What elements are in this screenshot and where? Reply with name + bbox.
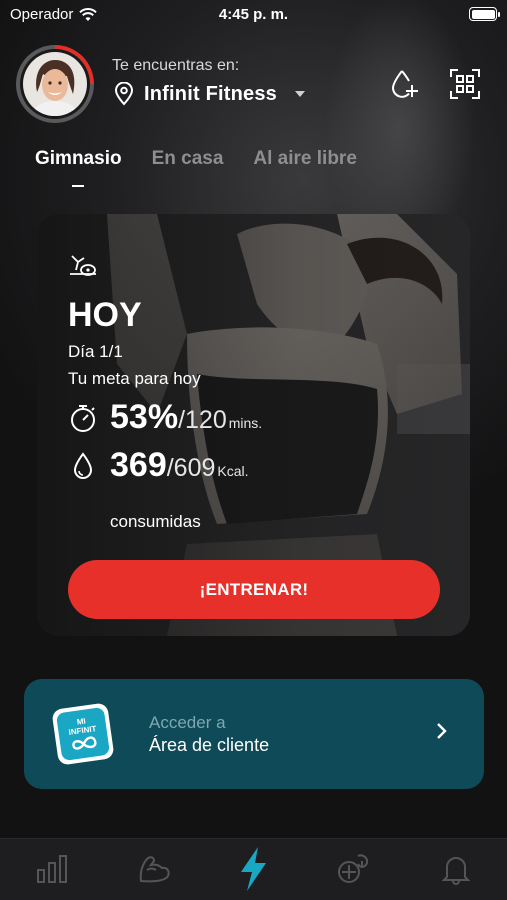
- location-label: Te encuentras en:: [112, 57, 240, 74]
- train-button[interactable]: ¡ENTRENAR!: [68, 560, 440, 619]
- tab-en-casa[interactable]: En casa: [152, 148, 224, 170]
- consumed-label: consumidas: [110, 512, 201, 531]
- gym-selector[interactable]: Infinit Fitness: [114, 82, 307, 106]
- avatar-image: [23, 52, 87, 116]
- stopwatch-icon: [71, 404, 95, 432]
- avatar[interactable]: [23, 52, 87, 116]
- client-area-line2: Área de cliente: [149, 734, 270, 755]
- tab-al-aire-libre[interactable]: Al aire libre: [253, 148, 357, 170]
- avatar-progress-ring[interactable]: [16, 45, 94, 123]
- client-area-banner[interactable]: MI INFINIT Acceder a Área de cliente: [24, 679, 484, 789]
- add-water-icon[interactable]: [387, 67, 421, 101]
- client-area-line1: Acceder a: [149, 712, 226, 732]
- nutrition-icon[interactable]: [334, 849, 374, 889]
- day-title: HOY: [68, 296, 142, 334]
- location-pin-icon: [114, 82, 134, 106]
- drop-icon: [73, 451, 93, 479]
- battery-icon: [469, 7, 500, 21]
- time-goal: /120: [178, 406, 227, 434]
- time-percent: 53%: [110, 398, 179, 436]
- calorie-stat: 369 /609 Kcal.: [68, 446, 249, 485]
- qr-scan-icon[interactable]: [448, 67, 482, 101]
- clock: 4:45 p. m.: [218, 6, 289, 23]
- calories-goal: /609: [166, 454, 216, 482]
- tab-gimnasio[interactable]: Gimnasio: [35, 148, 122, 170]
- time-unit: mins.: [228, 415, 263, 431]
- workout-location-tabs: Gimnasio En casa Al aire libre: [35, 148, 357, 170]
- lightning-icon[interactable]: [233, 847, 273, 891]
- muscle-arm-icon[interactable]: [134, 849, 174, 889]
- goal-label: Tu meta para hoy: [68, 369, 201, 388]
- mi-infinit-logo: MI INFINIT: [52, 703, 114, 765]
- time-stat: 53% /120 mins.: [68, 398, 262, 437]
- status-bar: Operador 4:45 p. m.: [0, 0, 507, 28]
- calories-value: 369: [110, 446, 167, 484]
- gym-name[interactable]: Infinit Fitness: [144, 83, 277, 106]
- stats-icon[interactable]: [32, 849, 72, 889]
- workout-card: HOY Día 1/1 Tu meta para hoy 53% /120 mi…: [37, 214, 470, 636]
- bottom-nav: [0, 838, 507, 900]
- chevron-right-icon: [437, 723, 447, 739]
- day-progress: Día 1/1: [68, 342, 123, 361]
- calories-unit: Kcal.: [217, 463, 249, 479]
- elliptical-machine-icon: [70, 255, 96, 276]
- bell-icon[interactable]: [436, 849, 476, 889]
- chevron-down-icon[interactable]: [293, 89, 307, 99]
